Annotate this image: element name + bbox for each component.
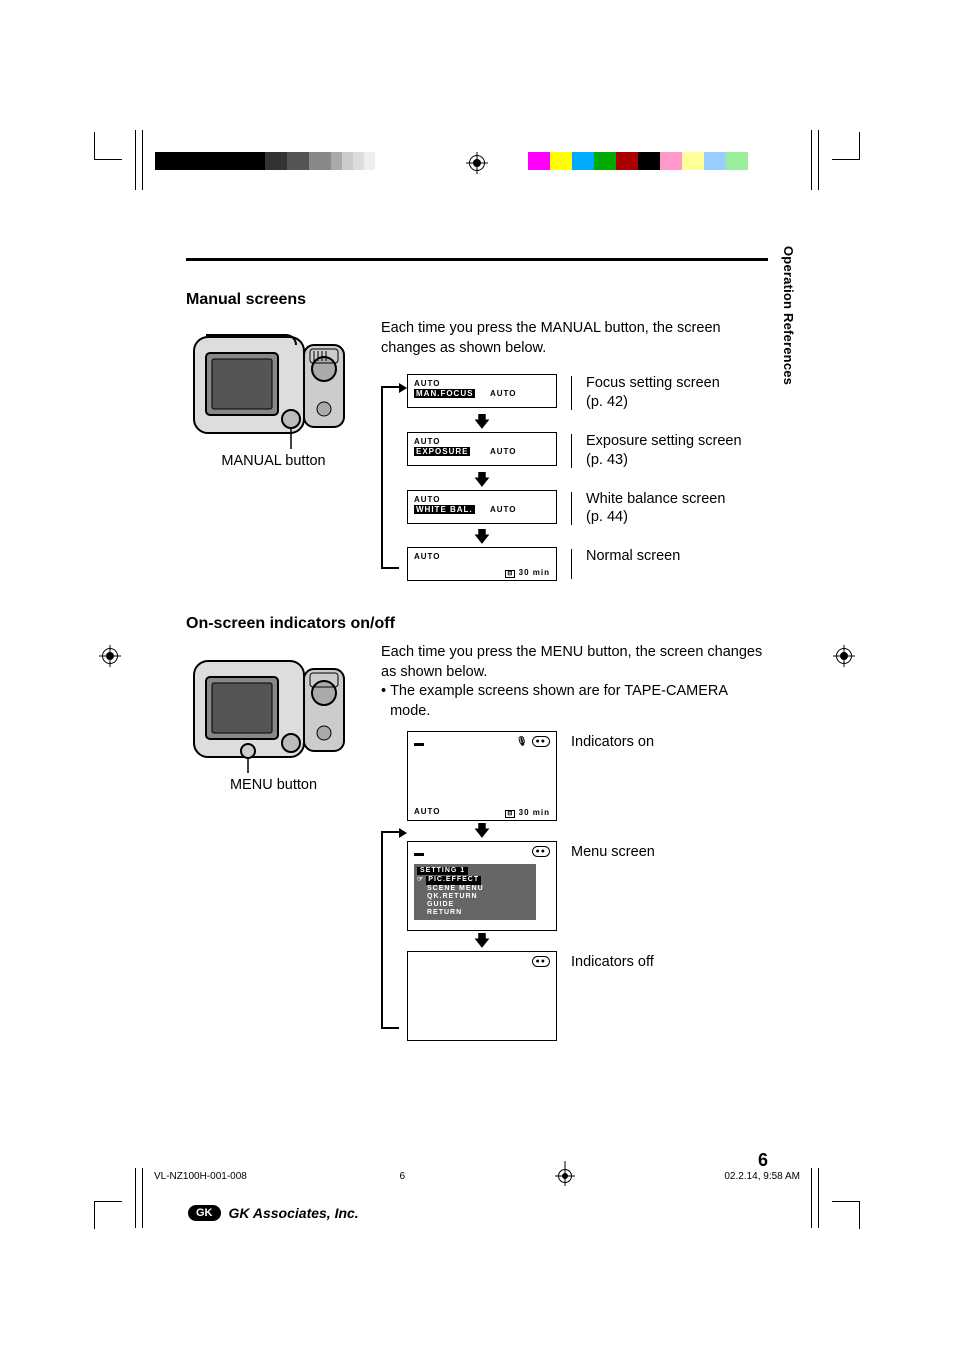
mini-screen-whitebal: AUTO WHITE BAL. AUTO xyxy=(407,490,557,524)
osd-menu-box: SETTING 1 ☞PIC.EFFECT SCENE MENU QK.RETU… xyxy=(414,864,536,919)
screen-label: Indicators on xyxy=(571,731,654,752)
loop-arrow-icon xyxy=(381,386,399,569)
screen-label: Menu screen xyxy=(571,841,655,862)
mini-screen-normal: AUTO ⊟ 30 min xyxy=(407,547,557,581)
mini-screen-menu: ▬ ●● SETTING 1 ☞PIC.EFFECT SCENE MENU QK… xyxy=(407,841,557,931)
mic-icon: 🎙 xyxy=(516,736,528,747)
cassette-icon: ●● xyxy=(532,736,550,747)
color-registration-bar xyxy=(155,152,375,170)
registration-mark-icon xyxy=(836,648,852,664)
color-registration-bar xyxy=(528,152,748,170)
crop-mark-inner xyxy=(132,130,146,195)
section-heading-manual-screens: Manual screens xyxy=(186,291,768,309)
camera-caption: MENU button xyxy=(186,777,361,793)
page-number: 6 xyxy=(758,1150,768,1171)
crop-mark-inner xyxy=(808,130,822,195)
side-tab-label: Operation References xyxy=(781,246,796,385)
section2-intro-text: Each time you press the MENU button, the… xyxy=(381,643,768,682)
section1-intro-text: Each time you press the MANUAL button, t… xyxy=(381,319,768,358)
screen-label: Exposure setting screen (p. 43) xyxy=(586,432,742,470)
arrow-down-icon: 🡇 xyxy=(407,416,557,430)
associates-credit: GK GK Associates, Inc. xyxy=(188,1205,359,1221)
battery-icon: ▬ xyxy=(414,848,425,859)
footer-doc-id: VL-NZ100H-001-008 xyxy=(154,1171,247,1182)
arrow-down-icon: 🡇 xyxy=(407,474,557,488)
cassette-icon: ●● xyxy=(532,846,550,857)
horizontal-rule xyxy=(186,258,768,261)
cassette-icon: ●● xyxy=(532,956,550,967)
mini-screen-exposure: AUTO EXPOSURE AUTO xyxy=(407,432,557,466)
loop-arrow-icon xyxy=(381,831,399,1029)
footer-slug: VL-NZ100H-001-008 6 02.2.14, 9:58 AM xyxy=(154,1169,800,1183)
camera-illustration xyxy=(186,643,356,773)
screen-label: Normal screen xyxy=(586,547,680,566)
section-heading-osd: On-screen indicators on/off xyxy=(186,615,768,633)
registration-mark-icon xyxy=(102,648,118,664)
associates-logo: GK xyxy=(188,1205,221,1221)
crop-mark-inner xyxy=(132,1168,146,1233)
arrow-down-icon: 🡇 xyxy=(407,935,557,949)
screen-label: White balance screen (p. 44) xyxy=(586,490,725,528)
mini-screen-focus: AUTO MAN.FOCUS AUTO xyxy=(407,374,557,408)
arrow-down-icon: 🡇 xyxy=(407,825,557,839)
screen-label: Focus setting screen (p. 42) xyxy=(586,374,720,412)
camera-caption: MANUAL button xyxy=(186,453,361,469)
footer-page-num: 6 xyxy=(399,1171,405,1182)
mini-screen-indicators-off: ●● xyxy=(407,951,557,1041)
arrow-down-icon: 🡇 xyxy=(407,531,557,545)
section2-bullet-text: • The example screens shown are for TAPE… xyxy=(381,682,768,721)
screen-label: Indicators off xyxy=(571,951,654,972)
footer-timestamp: 02.2.14, 9:58 AM xyxy=(724,1171,800,1182)
registration-mark-icon xyxy=(469,155,485,171)
battery-icon: ▬ xyxy=(414,738,425,749)
camera-illustration xyxy=(186,319,356,449)
mini-screen-indicators-on: ▬ 🎙●● AUTO ⊟ 30 min xyxy=(407,731,557,821)
crop-mark-inner xyxy=(808,1168,822,1233)
